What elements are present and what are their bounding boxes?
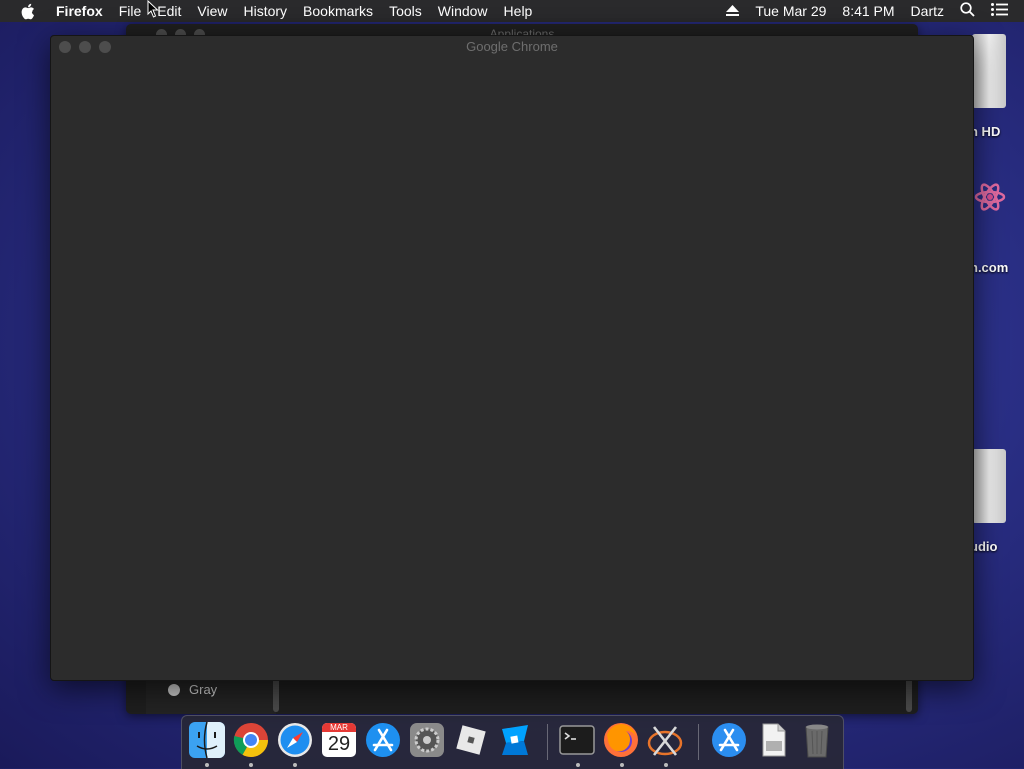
terminal-icon[interactable] xyxy=(558,721,596,759)
menu-bookmarks[interactable]: Bookmarks xyxy=(295,0,381,22)
menu-window[interactable]: Window xyxy=(430,0,496,22)
app-store-icon[interactable] xyxy=(364,721,402,759)
chrome-window[interactable]: Google Chrome xyxy=(50,35,974,681)
calendar-icon-body: MAR 29 xyxy=(322,723,356,757)
firefox-icon[interactable] xyxy=(602,721,640,759)
dock-separator xyxy=(547,724,548,760)
app-store-downloads-icon[interactable] xyxy=(710,721,748,759)
eject-icon[interactable] xyxy=(726,3,740,19)
menu-file[interactable]: File xyxy=(111,0,150,22)
dock: MAR 29 xyxy=(181,715,844,769)
document-icon[interactable] xyxy=(754,721,792,759)
hard-drive-icon xyxy=(972,34,1006,108)
gray-tag-icon xyxy=(168,684,180,696)
calendar-day: 29 xyxy=(327,733,351,755)
menu-help[interactable]: Help xyxy=(496,0,541,22)
menu-user[interactable]: Dartz xyxy=(911,3,944,19)
menu-history[interactable]: History xyxy=(235,0,295,22)
sidebar-item-gray[interactable]: Gray xyxy=(189,682,217,697)
running-indicator xyxy=(664,763,668,767)
running-indicator xyxy=(576,763,580,767)
running-indicator xyxy=(249,763,253,767)
content-scrollbar[interactable] xyxy=(906,678,912,712)
spotlight-search-icon[interactable] xyxy=(960,2,975,20)
menu-date[interactable]: Tue Mar 29 xyxy=(755,3,826,19)
roblox-studio-icon[interactable] xyxy=(496,721,534,759)
sidebar-scrollbar[interactable] xyxy=(273,678,279,712)
app-icon xyxy=(970,174,1006,223)
drive-icon xyxy=(972,449,1006,523)
menu-app-name[interactable]: Firefox xyxy=(48,0,111,22)
notification-center-icon[interactable] xyxy=(991,3,1008,19)
window-title: Google Chrome xyxy=(466,39,558,54)
chrome-icon[interactable] xyxy=(232,721,270,759)
menu-tools[interactable]: Tools xyxy=(381,0,430,22)
apple-menu-icon[interactable] xyxy=(18,2,36,20)
safari-icon[interactable] xyxy=(276,721,314,759)
desktop-icon-label: h HD xyxy=(970,124,1001,139)
menu-time[interactable]: 8:41 PM xyxy=(842,3,894,19)
running-indicator xyxy=(620,763,624,767)
xquartz-icon[interactable] xyxy=(646,721,684,759)
calendar-icon[interactable]: MAR 29 xyxy=(320,721,358,759)
running-indicator xyxy=(205,763,209,767)
trash-icon[interactable] xyxy=(798,721,836,759)
system-preferences-icon[interactable] xyxy=(408,721,446,759)
roblox-icon[interactable] xyxy=(452,721,490,759)
menu-view[interactable]: View xyxy=(189,0,235,22)
running-indicator xyxy=(293,763,297,767)
desktop-icon-label: udio xyxy=(970,539,998,554)
finder-icon[interactable] xyxy=(188,721,226,759)
mouse-cursor-icon xyxy=(147,0,159,23)
dock-separator xyxy=(698,724,699,760)
desktop-icon-label: n.com xyxy=(970,260,1009,275)
calendar-month: MAR xyxy=(322,723,356,732)
